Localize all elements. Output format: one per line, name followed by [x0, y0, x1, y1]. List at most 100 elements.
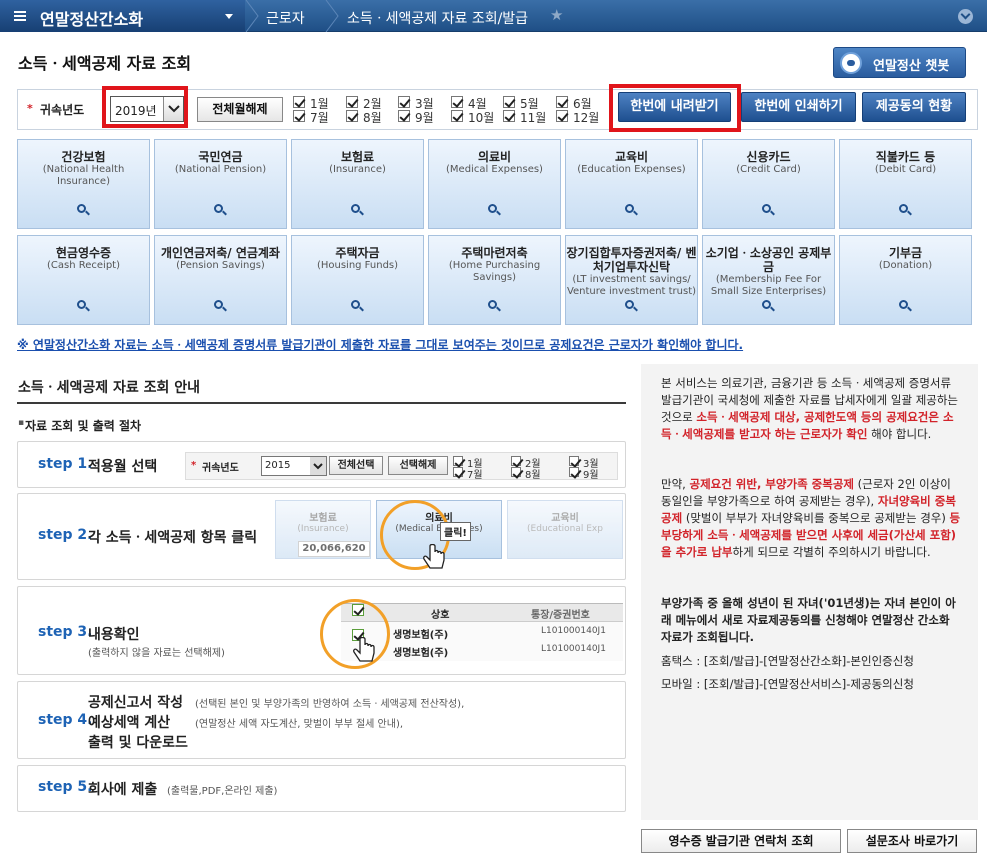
- step-1-year-value: 2015: [265, 460, 291, 471]
- category-tile[interactable]: 국민연금 (National Pension): [154, 139, 287, 229]
- month-checkbox[interactable]: [556, 96, 568, 108]
- app-title: 연말정산간소화: [40, 10, 144, 29]
- category-tile[interactable]: 신용카드 (Credit Card): [702, 139, 835, 229]
- search-icon: [488, 204, 501, 217]
- main-menu-button[interactable]: 연말정산간소화: [0, 0, 245, 32]
- divider: [17, 402, 626, 404]
- education-en: (Educational Exp: [527, 524, 603, 534]
- category-tile[interactable]: 의료비 (Medical Expenses): [428, 139, 561, 229]
- category-english-name: (Education Expenses): [577, 164, 686, 175]
- step-3-panel: step 3. 내용확인 (출력하지 않을 자료는 선택해제) 상호 통장/증권…: [17, 586, 626, 675]
- info-text: (맞벌이 부부가 자녀양육비를 중복으로 공제받는 경우): [682, 511, 950, 525]
- info-text: 해야 합니다.: [867, 427, 932, 441]
- category-tile[interactable]: 직불카드 등 (Debit Card): [839, 139, 972, 229]
- month-label: 7월: [310, 111, 329, 125]
- print-all-button[interactable]: 한번에 인쇄하기: [741, 92, 856, 122]
- info-panel: 본 서비스는 의료기관, 금융기관 등 소득ㆍ세액공제 증명서류 발급기관이 국…: [641, 364, 978, 820]
- step-2-text: 각 소득ㆍ세액공제 항목 클릭: [88, 530, 258, 546]
- month-label: 8월: [363, 111, 382, 125]
- breadcrumb-separator-icon: [325, 0, 339, 32]
- search-icon: [762, 300, 775, 313]
- month-checkbox[interactable]: [503, 96, 515, 108]
- select-arrow-icon: [310, 457, 326, 475]
- checkbox-icon: [511, 467, 521, 477]
- step-5-text: 회사에 제출: [88, 782, 158, 798]
- month-checkbox[interactable]: [556, 110, 568, 122]
- category-tile[interactable]: 현금영수증 (Cash Receipt): [17, 235, 150, 325]
- month-checkbox[interactable]: [293, 110, 305, 122]
- chatbot-icon: [840, 52, 862, 74]
- month-checkbox[interactable]: [293, 96, 305, 108]
- month-checkbox[interactable]: [346, 96, 358, 108]
- step-5-label: step 5.: [38, 779, 93, 795]
- receipt-contact-button[interactable]: 영수증 발급기관 연락처 조회: [641, 829, 841, 853]
- step-4-line-1: 공제신고서 작성: [88, 695, 184, 711]
- insurance-en: (Insurance): [297, 524, 349, 534]
- table-cell: L101000140J1: [541, 626, 606, 636]
- chatbot-label: 연말정산 챗봇: [873, 59, 950, 74]
- category-tile[interactable]: 교육비 (Education Expenses): [565, 139, 698, 229]
- download-all-button[interactable]: 한번에 내려받기: [618, 92, 731, 122]
- survey-button[interactable]: 설문조사 바로가기: [847, 829, 977, 853]
- info-paragraph-2: 만약, 공제요건 위반, 부양가족 중복공제 (근로자 2인 이상이 동일인을 …: [661, 476, 961, 561]
- step-4-sub-2: (연말정산 세액 자도계산, 맞벌이 부부 절세 안내),: [195, 719, 404, 730]
- category-name: 개인연금저축/ 연금계좌: [161, 246, 280, 260]
- breadcrumb-current[interactable]: 소득ㆍ세액공제 자료 조회/발급: [347, 8, 528, 28]
- info-path-hometax: 홈택스 : [조회/발급]-[연말정산간소화]-본인인증신청: [661, 654, 914, 668]
- category-name: 국민연금: [198, 150, 243, 164]
- category-english-name: (LT investment savings/ Venture investme…: [566, 274, 697, 297]
- month-checkbox[interactable]: [398, 110, 410, 122]
- category-name: 보험료: [340, 150, 375, 164]
- month-checkbox[interactable]: [503, 110, 515, 122]
- month-label: 9월: [583, 470, 599, 481]
- category-name: 주택마련저축: [461, 246, 528, 260]
- month-checkbox[interactable]: [346, 110, 358, 122]
- click-tooltip: 클릭!: [440, 522, 471, 541]
- step-1-select-all: 전체선택: [329, 456, 383, 475]
- category-name: 주택자금: [335, 246, 380, 260]
- consent-status-button[interactable]: 제공동의 현황: [862, 92, 966, 122]
- category-tile[interactable]: 장기집합투자증권저축/ 벤처기업투자신탁 (LT investment savin…: [565, 235, 698, 325]
- category-english-name: (Medical Expenses): [446, 164, 543, 175]
- category-tile[interactable]: 건강보험 (National Health Insurance): [17, 139, 150, 229]
- category-tile[interactable]: 주택자금 (Housing Funds): [291, 235, 424, 325]
- category-name: 신용카드: [746, 150, 791, 164]
- category-english-name: (Housing Funds): [316, 260, 399, 271]
- month-checkbox[interactable]: [451, 110, 463, 122]
- hamburger-icon: [14, 11, 26, 13]
- checkbox-icon: [511, 456, 521, 466]
- hand-cursor-icon: [353, 637, 375, 662]
- info-warning-text: 공제요건 위반, 부양가족 중복공제: [689, 477, 854, 491]
- category-tile[interactable]: 주택마련저축 (Home Purchasing Savings): [428, 235, 561, 325]
- month-checkbox[interactable]: [398, 96, 410, 108]
- category-name: 건강보험: [61, 150, 106, 164]
- step-1-label: step 1.: [38, 456, 93, 472]
- category-english-name: (Credit Card): [736, 164, 801, 175]
- category-tile[interactable]: 기부금 (Donation): [839, 235, 972, 325]
- category-english-name: (Debit Card): [874, 164, 937, 175]
- month-checkbox[interactable]: [451, 96, 463, 108]
- category-english-name: (Membership Fee For Small Size Enterpris…: [710, 274, 827, 297]
- chatbot-button[interactable]: 연말정산 챗봇: [833, 47, 966, 78]
- expand-chevron-icon[interactable]: [958, 9, 973, 24]
- column-header: 상호: [431, 610, 450, 621]
- category-tile[interactable]: 개인연금저축/ 연금계좌 (Pension Savings): [154, 235, 287, 325]
- favorite-star-icon[interactable]: ★: [550, 6, 563, 24]
- category-tile[interactable]: 소기업ㆍ소상공인 공제부금 (Membership Fee For Small S…: [702, 235, 835, 325]
- checkbox-icon: [569, 456, 579, 466]
- category-name: 장기집합투자증권저축/ 벤처기업투자신탁: [566, 246, 697, 274]
- search-icon: [488, 300, 501, 313]
- insurance-label: 보험료: [309, 513, 337, 524]
- deduction-requirements-notice-link[interactable]: ※ 연말정산간소화 자료는 소득ㆍ세액공제 증명서류 발급기관이 제출한 자료를…: [17, 336, 743, 353]
- step-2-education-tile: 교육비 (Educational Exp: [507, 500, 623, 559]
- toggle-all-months-button[interactable]: 전체월해제: [197, 97, 283, 122]
- category-english-name: (Pension Savings): [176, 260, 265, 271]
- breadcrumb-worker[interactable]: 근로자: [266, 8, 305, 28]
- category-tile[interactable]: 보험료 (Insurance): [291, 139, 424, 229]
- hand-cursor-icon: [423, 544, 445, 569]
- search-icon: [214, 204, 227, 217]
- checkbox-icon: [453, 456, 463, 466]
- step-1-text: 적용월 선택: [88, 459, 158, 475]
- info-text: 하게 되므로 각별히 주의하시기 바랍니다.: [732, 545, 931, 559]
- category-name: 직불카드 등: [875, 150, 936, 164]
